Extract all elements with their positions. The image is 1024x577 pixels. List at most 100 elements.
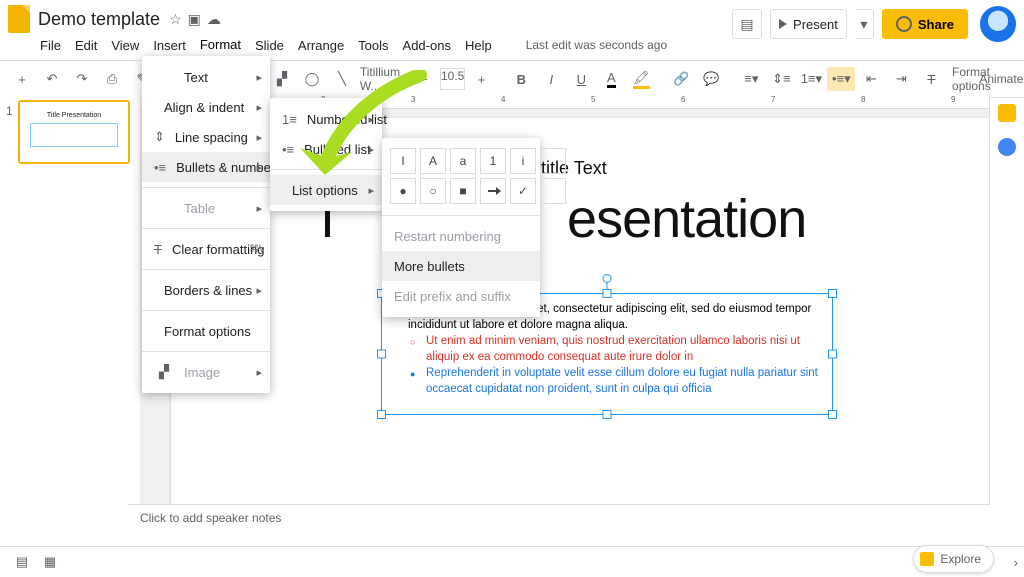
font-family-label: Titillium W... — [360, 65, 400, 93]
insert-comment-button[interactable]: 💬 — [697, 67, 725, 91]
print-button[interactable]: ⎙ — [98, 67, 126, 91]
menu-addons[interactable]: Add-ons — [403, 38, 451, 53]
redo-button[interactable]: ↷ — [68, 67, 96, 91]
slide-thumbnail-panel: 1 Title Presentation — [0, 94, 141, 547]
grid-view-icon[interactable]: ▦ — [36, 551, 64, 573]
side-panel-toggle[interactable]: › — [1014, 555, 1018, 570]
filmstrip-view-icon[interactable]: ▤ — [8, 551, 36, 573]
menu-item-more-bullets[interactable]: More bullets — [382, 251, 540, 281]
text-color-button[interactable]: A — [597, 67, 625, 91]
bullet-style-blank[interactable] — [540, 178, 566, 204]
bullets-submenu: 1≡Numbered list▸ •≡Bulleted list▸ List o… — [270, 98, 382, 211]
menu-help[interactable]: Help — [465, 38, 492, 53]
italic-button[interactable]: I — [537, 67, 565, 91]
menu-item-align[interactable]: Align & indent▸ — [142, 92, 270, 122]
menu-item-text[interactable]: Text▸ — [142, 62, 270, 92]
bold-button[interactable]: B — [507, 67, 535, 91]
menu-item-line-spacing[interactable]: ⇕Line spacing▸ — [142, 122, 270, 152]
thumb-number: 1 — [6, 104, 13, 118]
menu-item-numbered-list[interactable]: 1≡Numbered list▸ — [270, 104, 382, 134]
menu-slide[interactable]: Slide — [255, 38, 284, 53]
bullet-style[interactable]: I — [390, 148, 416, 174]
resize-handle-mr[interactable] — [828, 350, 837, 359]
animate-button[interactable]: Animate — [987, 67, 1015, 91]
font-family-select[interactable]: Titillium W... ▾ — [368, 66, 398, 92]
menu-insert[interactable]: Insert — [153, 38, 186, 53]
resize-handle-bl[interactable] — [377, 410, 386, 419]
bullet-style[interactable]: i — [510, 148, 536, 174]
explore-button[interactable]: Explore — [913, 545, 994, 573]
bullet-style-blank[interactable] — [540, 148, 566, 174]
align-button[interactable]: ≡▾ — [737, 67, 765, 91]
menu-arrange[interactable]: Arrange — [298, 38, 344, 53]
image-tool[interactable]: ▞ — [268, 67, 296, 91]
indent-inc-button[interactable]: ⇥ — [887, 67, 915, 91]
menu-item-borders[interactable]: Borders & lines▸ — [142, 275, 270, 305]
menu-file[interactable]: File — [40, 38, 61, 53]
menu-format[interactable]: Format — [200, 37, 241, 58]
indent-dec-button[interactable]: ⇤ — [857, 67, 885, 91]
share-button[interactable]: Share — [882, 9, 968, 39]
list-item[interactable]: Reprehenderit in voluptate velit esse ci… — [410, 366, 822, 397]
toolbar-expand-button[interactable]: ˆ — [1019, 67, 1024, 91]
underline-button[interactable]: U — [567, 67, 595, 91]
doc-name[interactable]: Demo template — [38, 9, 160, 30]
insert-link-button[interactable]: 🔗 — [667, 67, 695, 91]
bullet-style[interactable] — [480, 178, 506, 204]
bullet-style[interactable]: ○ — [420, 178, 446, 204]
keep-icon[interactable] — [998, 104, 1016, 122]
resize-handle-br[interactable] — [828, 410, 837, 419]
highlight-button[interactable]: 🖍 — [627, 67, 655, 91]
bottom-bar: ▤ ▦ Explore › — [0, 546, 1024, 577]
thumb-title: Title Presentation — [24, 112, 124, 119]
share-label: Share — [918, 17, 954, 32]
cloud-status-icon[interactable]: ☁ — [207, 11, 221, 28]
font-size-inc[interactable]: + — [467, 67, 495, 91]
menu-edit[interactable]: Edit — [75, 38, 97, 53]
menu-item-list-options[interactable]: List options▸ — [270, 175, 382, 205]
move-folder-icon[interactable]: ▣ — [188, 11, 201, 28]
resize-handle-tm[interactable] — [603, 289, 612, 298]
star-icon[interactable]: ☆ — [169, 11, 182, 28]
font-size-dec[interactable]: − — [410, 67, 438, 91]
bullet-style[interactable]: ■ — [450, 178, 476, 204]
present-dropdown[interactable]: ▾ — [855, 9, 874, 39]
menu-tools[interactable]: Tools — [358, 38, 388, 53]
menu-item-bullets[interactable]: •≡Bullets & numbering▸ — [142, 152, 270, 182]
rotate-handle[interactable] — [603, 274, 612, 283]
line-tool[interactable]: ╲ — [328, 67, 356, 91]
menu-item-image: ▞Image▸ — [142, 357, 270, 387]
clear-format-button[interactable]: T — [917, 67, 945, 91]
bullet-style[interactable]: 1 — [480, 148, 506, 174]
list-item[interactable]: Ut enim ad minim veniam, quis nostrud ex… — [410, 334, 822, 365]
title-fragment: esentation — [567, 189, 806, 249]
menu-item-bulleted-list[interactable]: •≡Bulleted list▸ — [270, 134, 382, 164]
resize-handle-bm[interactable] — [603, 410, 612, 419]
slide-thumbnail-1[interactable]: 1 Title Presentation — [18, 100, 130, 164]
app-icon[interactable] — [8, 5, 30, 33]
speaker-notes[interactable]: Click to add speaker notes — [128, 504, 990, 547]
tasks-icon[interactable] — [998, 138, 1016, 156]
resize-handle-tr[interactable] — [828, 289, 837, 298]
line-spacing-button[interactable]: ⇕≡ — [767, 67, 795, 91]
numbered-list-button[interactable]: 1≡▾ — [797, 67, 825, 91]
present-button[interactable]: Present — [770, 9, 847, 39]
resize-handle-ml[interactable] — [377, 350, 386, 359]
comments-button[interactable]: ▤ — [732, 9, 762, 39]
bullet-style[interactable]: ✓ — [510, 178, 536, 204]
bullet-style[interactable]: A — [420, 148, 446, 174]
font-size-input[interactable]: 10.5 — [440, 68, 465, 90]
explore-label: Explore — [940, 552, 981, 566]
bullet-style[interactable]: a — [450, 148, 476, 174]
menu-item-format-options[interactable]: Format options — [142, 316, 270, 346]
menu-item-clear-formatting[interactable]: TClear formatting⌘\ — [142, 234, 270, 264]
last-edit-info[interactable]: Last edit was seconds ago — [526, 38, 667, 52]
new-slide-button[interactable]: + — [8, 67, 36, 91]
bullet-style[interactable]: ● — [390, 178, 416, 204]
undo-button[interactable]: ↶ — [38, 67, 66, 91]
account-avatar[interactable] — [980, 6, 1016, 42]
list-options-submenu: I A a 1 i ● ○ ■ ✓ Restart numbering More… — [382, 138, 540, 317]
shape-tool[interactable]: ◯ — [298, 67, 326, 91]
menu-view[interactable]: View — [111, 38, 139, 53]
bulleted-list-button[interactable]: •≡▾ — [827, 67, 855, 91]
